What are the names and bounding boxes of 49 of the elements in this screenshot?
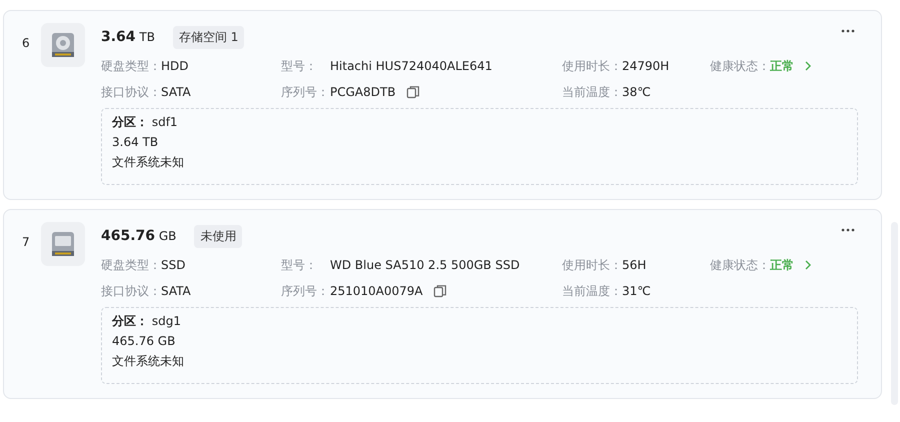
partition-size: 465.76 GB — [112, 334, 176, 348]
field-value: HDD — [161, 59, 189, 73]
field-label: 硬盘类型： — [101, 58, 161, 74]
health-status: 正常 — [770, 58, 794, 74]
more-icon[interactable] — [841, 228, 855, 232]
copy-icon[interactable] — [406, 85, 420, 99]
field-label: 健康状态： — [710, 58, 770, 74]
field-value: SATA — [161, 85, 191, 99]
field-label: 型号： — [281, 58, 318, 74]
field-label: 接口协议： — [101, 84, 161, 100]
disk-index: 7 — [22, 235, 30, 249]
field-label: 当前温度： — [562, 282, 622, 300]
field-label: 健康状态： — [710, 256, 770, 274]
health-status: 正常 — [770, 256, 794, 274]
disk-capacity: 465.76 GB — [101, 228, 176, 244]
field-label: 序列号： — [281, 282, 330, 300]
field-value: PCGA8DTB — [330, 85, 396, 99]
partition-name: sdg1 — [152, 314, 181, 328]
partition-label: 分区： — [112, 314, 148, 328]
field-label: 接口协议： — [101, 282, 161, 300]
field-value: Hitachi HUS724040ALE641 — [330, 59, 492, 73]
disk-index: 6 — [22, 36, 30, 50]
field-label: 硬盘类型： — [101, 256, 161, 274]
chevron-right-icon[interactable] — [804, 61, 812, 71]
disk-capacity: 3.64 TB — [101, 29, 155, 45]
field-value: SSD — [161, 258, 186, 272]
filesystem-status: 文件系统未知 — [112, 155, 184, 169]
copy-icon[interactable] — [432, 284, 447, 298]
field-value: 251010A0079A — [330, 284, 423, 298]
chevron-right-icon[interactable] — [804, 260, 812, 270]
filesystem-status: 文件系统未知 — [112, 354, 184, 368]
field-label: 型号： — [281, 256, 318, 274]
field-label: 使用时长： — [562, 58, 622, 74]
more-icon[interactable] — [841, 29, 855, 33]
field-value: 56H — [622, 258, 646, 272]
field-label: 当前温度： — [562, 84, 622, 100]
field-value: 24790H — [622, 59, 670, 73]
field-label: 使用时长： — [562, 256, 622, 274]
partition-name: sdf1 — [152, 115, 178, 129]
ssd-icon — [49, 230, 77, 258]
field-value: WD Blue SA510 2.5 500GB SSD — [330, 258, 520, 272]
status-tag: 存储空间 1 — [172, 26, 244, 48]
field-value: 31℃ — [622, 284, 651, 298]
field-value: 38℃ — [622, 85, 651, 99]
status-tag: 未使用 — [194, 224, 242, 248]
field-label: 序列号： — [281, 84, 330, 100]
partition-size: 3.64 TB — [112, 135, 158, 149]
field-value: SATA — [161, 284, 191, 298]
partition-label: 分区： — [112, 115, 148, 129]
